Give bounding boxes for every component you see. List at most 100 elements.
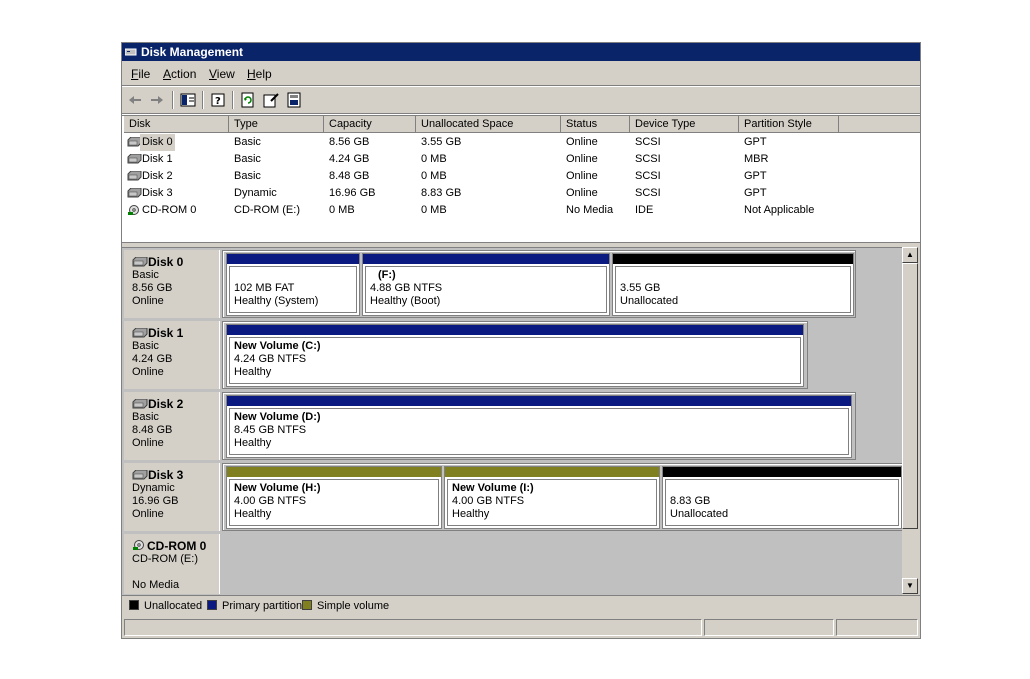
disk-name: Disk 0 [148,255,184,269]
cell-style: MBR [744,153,769,165]
partition-details: (F:) 4.88 GB NTFS Healthy (Boot) [365,266,607,313]
partition-details: New Volume (H:) 4.00 GB NTFS Healthy [229,479,439,526]
disk-label-cd-rom-0[interactable]: CD-ROM 0 CD-ROM (E:) No Media [124,534,220,594]
disk-partition-panel: New Volume (C:) 4.24 GB NTFS Healthy [222,321,808,389]
column-header-device-type[interactable]: Device Type [630,116,739,133]
volume-partition[interactable]: 102 MB FAT Healthy (System) [226,253,360,316]
legend-item-simple: Simple volume [302,596,389,616]
cell-type: Dynamic [234,187,277,199]
cdrom-icon [128,205,139,215]
disk-label-disk-0[interactable]: Disk 0 Basic 8.56 GB Online [124,250,220,318]
partition-type-bar [227,396,851,406]
back-arrow-icon[interactable] [126,91,144,109]
partition-name: New Volume (I:) [452,482,534,494]
partition-type-bar [227,325,803,335]
partition-type-bar [227,254,359,264]
volume-partition[interactable]: New Volume (C:) 4.24 GB NTFS Healthy [226,324,804,387]
disk-label-disk-1[interactable]: Disk 1 Basic 4.24 GB Online [124,321,220,389]
unallocated-space[interactable]: 3.55 GB Unallocated [612,253,854,316]
disk-status: Online [132,437,164,449]
disk-size: 8.48 GB [132,424,173,436]
toolbar-separator [202,91,204,109]
scroll-down-button[interactable]: ▼ [902,578,918,594]
cell-disk: Disk 3 [142,187,173,199]
cell-style: GPT [744,136,767,148]
title-bar[interactable]: Disk Management [122,43,920,61]
legend-item-primary: Primary partition [207,596,302,616]
partition-name [670,482,898,495]
partition-status: Healthy [452,508,490,520]
status-pane-3 [836,619,918,636]
help-icon[interactable]: ? [209,91,227,109]
legend-swatch-simple [302,600,312,610]
cell-status: Online [566,187,598,199]
cell-status: No Media [566,204,614,216]
partition-details: New Volume (D:) 8.45 GB NTFS Healthy [229,408,849,455]
partition-name: New Volume (C:) [234,340,321,352]
disk-status: No Media [132,579,180,591]
disk-type: Basic [132,411,159,423]
cell-style: GPT [744,187,767,199]
disk-list-row[interactable]: Disk 0 Basic 8.56 GB 3.55 GB Online SCSI GPT [122,134,920,151]
status-bar [122,617,920,637]
menu-view[interactable]: View [209,67,235,81]
cell-device: SCSI [635,153,661,165]
show-hide-tree-icon[interactable] [179,91,197,109]
partition-details: 3.55 GB Unallocated [615,266,851,313]
volume-partition[interactable]: New Volume (I:) 4.00 GB NTFS Healthy [444,466,660,529]
disk-size: 8.56 GB [132,282,173,294]
partition-type-bar [363,254,609,264]
disk-name: CD-ROM 0 [147,539,207,553]
partition-size: 102 MB FAT [234,282,295,294]
forward-arrow-icon[interactable] [148,91,166,109]
partition-name: New Volume (D:) [234,411,321,423]
partition-status: Healthy [234,437,272,449]
cell-device: SCSI [635,187,661,199]
menu-file[interactable]: File [131,67,150,81]
scroll-thumb[interactable] [902,263,918,529]
disk-list-row[interactable]: CD-ROM 0 CD-ROM (E:) 0 MB 0 MB No Media IDE No… [122,202,920,219]
column-header-disk[interactable]: Disk [124,116,229,133]
partition-status: Unallocated [620,295,679,307]
column-header-type[interactable]: Type [229,116,324,133]
scroll-up-button[interactable]: ▲ [902,247,918,263]
hard-disk-icon [127,188,142,198]
column-header-partition-style[interactable]: Partition Style [739,116,839,133]
partition-details: 102 MB FAT Healthy (System) [229,266,357,313]
column-header-status[interactable]: Status [561,116,630,133]
hard-disk-icon [132,398,148,409]
column-header-unallocated-space[interactable]: Unallocated Space [416,116,561,133]
column-header-capacity[interactable]: Capacity [324,116,416,133]
disk-list-row[interactable]: Disk 1 Basic 4.24 GB 0 MB Online SCSI MBR [122,151,920,168]
menu-action[interactable]: Action [163,67,196,81]
unallocated-space[interactable]: 8.83 GB Unallocated [662,466,902,529]
partition-type-bar [613,254,853,264]
status-pane-2 [704,619,834,636]
menu-help[interactable]: Help [247,67,272,81]
partition-size: 4.88 GB NTFS [370,282,443,294]
partition-status: Healthy [234,508,272,520]
disk-list-row[interactable]: Disk 3 Dynamic 16.96 GB 8.83 GB Online SCSI GP… [122,185,920,202]
cell-capacity: 0 MB [329,204,355,216]
volume-partition[interactable]: New Volume (H:) 4.00 GB NTFS Healthy [226,466,442,529]
partition-status: Unallocated [670,508,729,520]
volume-partition[interactable]: New Volume (D:) 8.45 GB NTFS Healthy [226,395,852,458]
refresh-icon[interactable] [239,91,257,109]
export-icon[interactable] [285,91,303,109]
disk-name: Disk 3 [148,468,184,482]
hard-disk-icon [132,327,148,338]
column-header-filler [839,116,920,133]
disk-label-disk-3[interactable]: Disk 3 Dynamic 16.96 GB Online [124,463,220,531]
disk-size: 4.24 GB [132,353,173,365]
partition-name: (F:) [378,269,396,281]
partition-status: Healthy (System) [234,295,319,307]
properties-icon[interactable] [262,91,280,109]
partition-size: 3.55 GB [620,282,661,294]
toolbar-separator [172,91,174,109]
disk-list-row[interactable]: Disk 2 Basic 8.48 GB 0 MB Online SCSI GPT [122,168,920,185]
toolbar: ? [122,87,920,114]
vertical-scrollbar[interactable]: ▲ ▼ [902,247,918,594]
disk-label-disk-2[interactable]: Disk 2 Basic 8.48 GB Online [124,392,220,460]
volume-partition[interactable]: (F:) 4.88 GB NTFS Healthy (Boot) [362,253,610,316]
window-title: Disk Management [141,45,244,59]
